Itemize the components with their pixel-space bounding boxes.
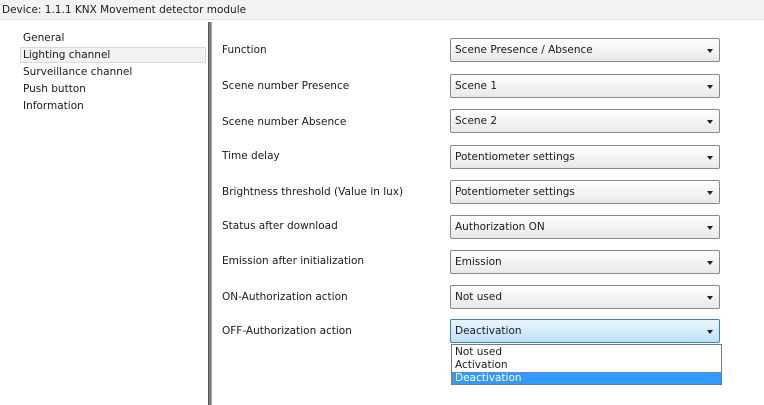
function-value: Scene Presence / Absence — [455, 44, 593, 56]
chevron-down-icon — [707, 120, 713, 124]
off-authorization-value: Deactivation — [455, 325, 522, 337]
chevron-down-icon — [707, 49, 713, 53]
off-authorization-select[interactable]: Deactivation — [450, 319, 720, 343]
sidebar: General Lighting channel Surveillance ch… — [20, 22, 210, 405]
function-select[interactable]: Scene Presence / Absence — [450, 38, 720, 62]
param-label-status-after-download: Status after download — [222, 220, 338, 232]
param-label-scene-presence: Scene number Presence — [222, 80, 350, 92]
brightness-threshold-value: Potentiometer settings — [455, 186, 575, 198]
emission-after-init-select[interactable]: Emission — [450, 250, 720, 274]
scene-presence-select[interactable]: Scene 1 — [450, 74, 720, 98]
dropdown-option-deactivation[interactable]: Deactivation — [452, 372, 721, 384]
chevron-down-icon — [707, 296, 713, 300]
param-label-on-authorization: ON-Authorization action — [222, 291, 348, 303]
scene-absence-select[interactable]: Scene 2 — [450, 109, 720, 133]
sidebar-item-lighting-channel[interactable]: Lighting channel — [20, 47, 206, 63]
param-label-time-delay: Time delay — [222, 150, 280, 162]
device-title: Device: 1.1.1 KNX Movement detector modu… — [2, 4, 247, 16]
panel-splitter[interactable] — [208, 22, 212, 405]
brightness-threshold-select[interactable]: Potentiometer settings — [450, 180, 720, 204]
status-after-download-select[interactable]: Authorization ON — [450, 215, 720, 239]
chevron-down-icon — [707, 226, 713, 230]
param-label-scene-absence: Scene number Absence — [222, 116, 347, 128]
sidebar-item-push-button[interactable]: Push button — [20, 81, 206, 97]
chevron-down-icon — [707, 191, 713, 195]
scene-absence-value: Scene 2 — [455, 115, 498, 127]
param-label-function: Function — [222, 44, 267, 56]
chevron-down-icon — [707, 85, 713, 89]
time-delay-select[interactable]: Potentiometer settings — [450, 145, 720, 169]
dropdown-option-activation[interactable]: Activation — [452, 359, 721, 371]
off-authorization-dropdown-list: Not used Activation Deactivation — [451, 344, 722, 385]
param-label-off-authorization: OFF-Authorization action — [222, 325, 352, 337]
sidebar-item-general[interactable]: General — [20, 30, 206, 46]
param-label-brightness-threshold: Brightness threshold (Value in lux) — [222, 186, 404, 198]
chevron-down-icon — [707, 330, 713, 334]
status-after-download-value: Authorization ON — [455, 221, 545, 233]
on-authorization-select[interactable]: Not used — [450, 285, 720, 309]
dropdown-option-not-used[interactable]: Not used — [452, 346, 721, 358]
sidebar-item-information[interactable]: Information — [20, 98, 206, 114]
on-authorization-value: Not used — [455, 291, 502, 303]
sidebar-item-surveillance-channel[interactable]: Surveillance channel — [20, 64, 206, 80]
time-delay-value: Potentiometer settings — [455, 151, 575, 163]
param-label-emission-after-init: Emission after initialization — [222, 255, 365, 267]
device-title-bar: Device: 1.1.1 KNX Movement detector modu… — [0, 0, 764, 20]
chevron-down-icon — [707, 156, 713, 160]
chevron-down-icon — [707, 261, 713, 265]
emission-after-init-value: Emission — [455, 256, 502, 268]
scene-presence-value: Scene 1 — [455, 80, 498, 92]
